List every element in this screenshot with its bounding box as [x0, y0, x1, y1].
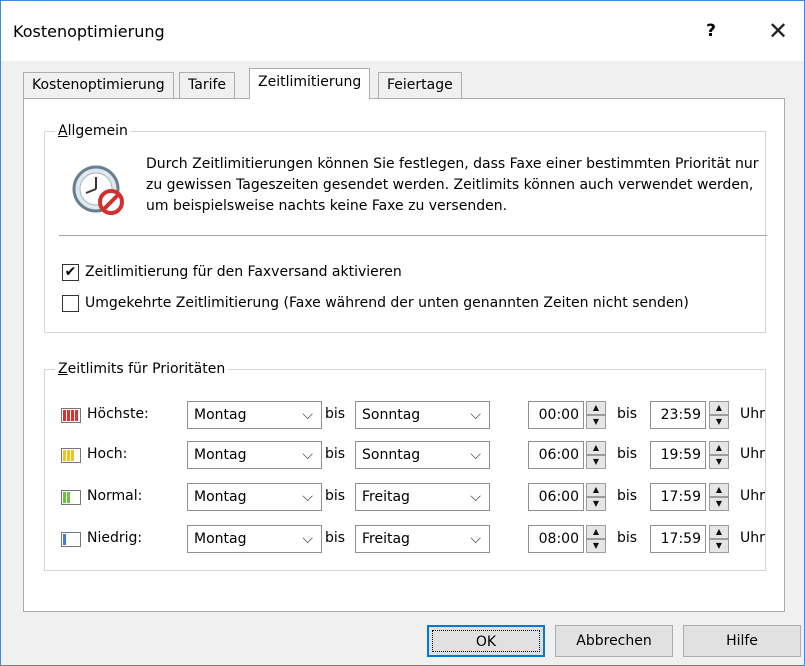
uhr-label: Uhr — [740, 406, 765, 422]
tab-kostenoptimierung[interactable]: Kostenoptimierung — [23, 72, 174, 98]
enable-time-limit-checkbox[interactable]: ✔ Zeitlimitierung für den Faxversand akt… — [62, 262, 402, 282]
close-icon[interactable]: ✕ — [763, 17, 793, 47]
priority-row-hoch: Hoch: Montag ⌵ bis Sonntag ⌵ 06:00 ▲ ▼ bis … — [61, 440, 781, 470]
from-time-spinner[interactable]: ▲ ▼ — [586, 483, 606, 511]
chevron-down-icon: ⌵ — [470, 489, 481, 505]
spin-up-icon: ▲ — [709, 401, 729, 415]
bis-label: bis — [617, 488, 638, 504]
to-time-spinner[interactable]: ▲ ▼ — [709, 401, 729, 429]
chevron-down-icon: ⌵ — [470, 447, 481, 463]
chevron-down-icon: ⌵ — [302, 447, 313, 463]
bis-label: bis — [325, 446, 346, 462]
priority-row-normal: Normal: Montag ⌵ bis Freitag ⌵ 06:00 ▲ ▼ bi… — [61, 482, 781, 512]
to-time-input[interactable]: 17:59 — [650, 525, 706, 553]
dialog-window: Kostenoptimierung ? ✕ Kostenoptimierung … — [0, 0, 805, 666]
from-day-select[interactable]: Montag ⌵ — [187, 525, 322, 553]
bis-label: bis — [325, 530, 346, 546]
ok-button[interactable]: OK — [427, 625, 545, 657]
to-day-select[interactable]: Freitag ⌵ — [355, 525, 490, 553]
help-icon[interactable]: ? — [697, 17, 725, 45]
enable-time-limit-label: Zeitlimitierung für den Faxversand aktiv… — [85, 264, 402, 280]
from-time-input[interactable]: 00:00 — [528, 401, 584, 429]
cancel-button[interactable]: Abbrechen — [555, 625, 673, 657]
bis-label: bis — [325, 406, 346, 422]
to-time-spinner[interactable]: ▲ ▼ — [709, 525, 729, 553]
spin-up-icon: ▲ — [586, 441, 606, 455]
tab-feiertage[interactable]: Feiertage — [378, 72, 462, 98]
chevron-down-icon: ⌵ — [470, 531, 481, 547]
to-day-select[interactable]: Sonntag ⌵ — [355, 441, 490, 469]
info-text: Durch Zeitlimitierungen können Sie festl… — [146, 156, 759, 214]
checkbox-unchecked-icon[interactable] — [62, 294, 79, 312]
priority-label: Höchste: — [87, 406, 149, 422]
priority-row-niedrig: Niedrig: Montag ⌵ bis Freitag ⌵ 08:00 ▲ ▼ b… — [61, 524, 781, 554]
spin-down-icon: ▼ — [709, 455, 729, 469]
tab-zeitlimitierung[interactable]: Zeitlimitierung — [249, 68, 371, 99]
checkbox-checked-icon[interactable]: ✔ — [62, 263, 79, 281]
from-time-spinner[interactable]: ▲ ▼ — [586, 441, 606, 469]
uhr-label: Uhr — [740, 530, 765, 546]
clock-forbidden-icon — [72, 165, 124, 215]
priority-label: Niedrig: — [87, 530, 143, 546]
spin-up-icon: ▲ — [709, 525, 729, 539]
spin-up-icon: ▲ — [586, 401, 606, 415]
priority-label: Hoch: — [87, 446, 128, 462]
title-bar: Kostenoptimierung ? ✕ — [1, 1, 804, 61]
priority-icon — [61, 448, 81, 463]
to-time-spinner[interactable]: ▲ ▼ — [709, 483, 729, 511]
window-title: Kostenoptimierung — [13, 22, 165, 41]
general-group-title: Allgemein — [55, 121, 131, 141]
to-day-select[interactable]: Sonntag ⌵ — [355, 401, 490, 429]
to-time-input[interactable]: 23:59 — [650, 401, 706, 429]
priority-row-hoechste: Höchste: Montag ⌵ bis Sonntag ⌵ 00:00 ▲ ▼ b… — [61, 400, 781, 430]
to-time-input[interactable]: 19:59 — [650, 441, 706, 469]
spin-up-icon: ▲ — [586, 525, 606, 539]
priority-icon — [61, 408, 81, 423]
priority-icon — [61, 532, 81, 547]
from-day-select[interactable]: Montag ⌵ — [187, 441, 322, 469]
from-time-input[interactable]: 06:00 — [528, 441, 584, 469]
to-day-select[interactable]: Freitag ⌵ — [355, 483, 490, 511]
spin-down-icon: ▼ — [586, 497, 606, 511]
bis-label: bis — [325, 488, 346, 504]
focus-rect — [432, 630, 540, 652]
to-time-input[interactable]: 17:59 — [650, 483, 706, 511]
invert-time-limit-checkbox[interactable]: Umgekehrte Zeitlimitierung (Faxe während… — [62, 293, 689, 313]
uhr-label: Uhr — [740, 488, 765, 504]
bis-label: bis — [617, 530, 638, 546]
to-time-spinner[interactable]: ▲ ▼ — [709, 441, 729, 469]
chevron-down-icon: ⌵ — [302, 489, 313, 505]
spin-down-icon: ▼ — [709, 539, 729, 553]
tab-panel-zeitlimitierung: Allgemein Durch Zeitlimitierungen können… — [23, 98, 785, 612]
limits-group-title: Zeitlimits für Prioritäten — [55, 359, 229, 379]
spin-down-icon: ▼ — [586, 415, 606, 429]
chevron-down-icon: ⌵ — [470, 407, 481, 423]
spin-down-icon: ▼ — [586, 455, 606, 469]
from-day-select[interactable]: Montag ⌵ — [187, 401, 322, 429]
spin-up-icon: ▲ — [709, 483, 729, 497]
chevron-down-icon: ⌵ — [302, 407, 313, 423]
bis-label: bis — [617, 406, 638, 422]
tab-tarife[interactable]: Tarife — [179, 72, 236, 98]
uhr-label: Uhr — [740, 446, 765, 462]
help-button[interactable]: Hilfe — [683, 625, 801, 657]
spin-down-icon: ▼ — [709, 415, 729, 429]
spin-up-icon: ▲ — [709, 441, 729, 455]
from-time-input[interactable]: 06:00 — [528, 483, 584, 511]
from-time-spinner[interactable]: ▲ ▼ — [586, 401, 606, 429]
invert-time-limit-label: Umgekehrte Zeitlimitierung (Faxe während… — [85, 295, 689, 311]
spin-up-icon: ▲ — [586, 483, 606, 497]
spin-down-icon: ▼ — [709, 497, 729, 511]
priority-icon — [61, 490, 81, 505]
from-time-spinner[interactable]: ▲ ▼ — [586, 525, 606, 553]
spin-down-icon: ▼ — [586, 539, 606, 553]
chevron-down-icon: ⌵ — [302, 531, 313, 547]
bis-label: bis — [617, 446, 638, 462]
priority-label: Normal: — [87, 488, 143, 504]
from-time-input[interactable]: 08:00 — [528, 525, 584, 553]
divider — [59, 235, 767, 236]
from-day-select[interactable]: Montag ⌵ — [187, 483, 322, 511]
